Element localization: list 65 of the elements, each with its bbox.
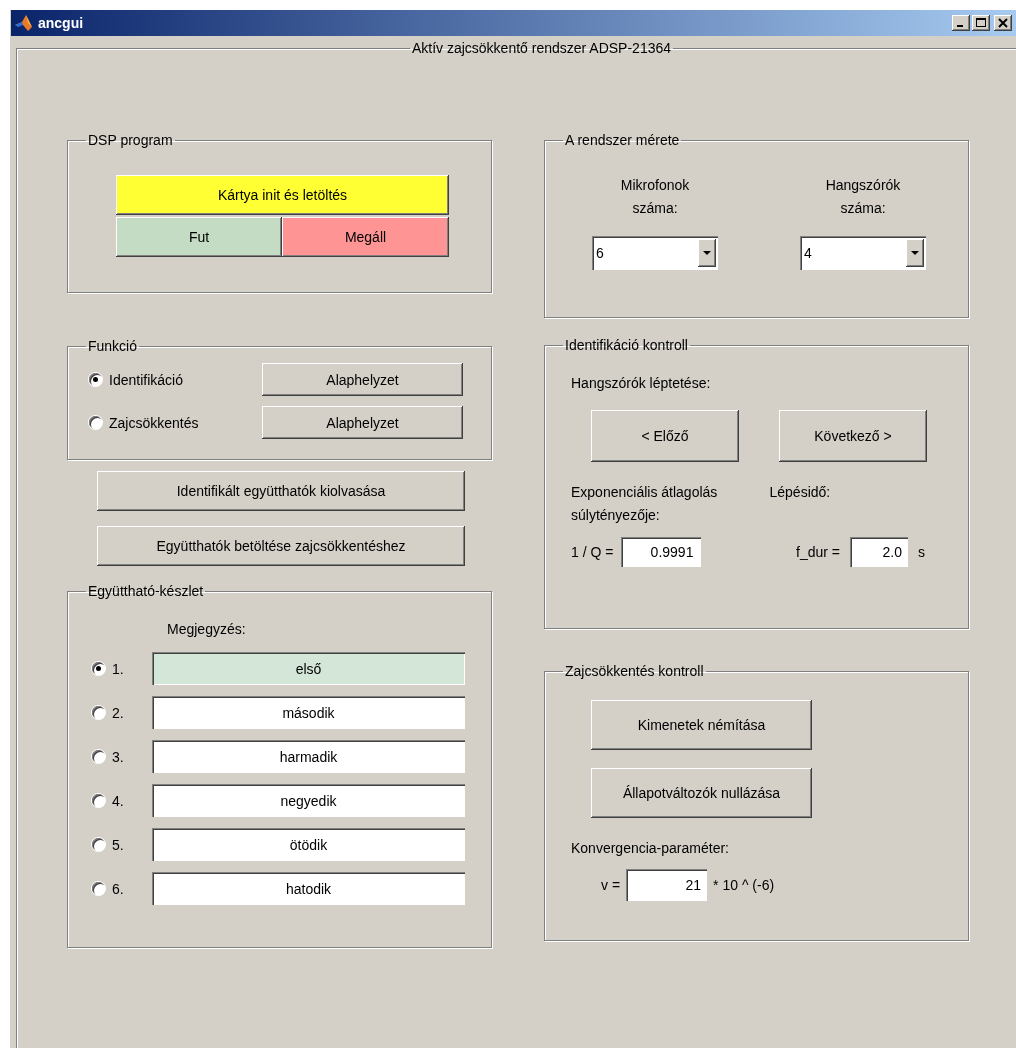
radio-label: Zajcsökkentés <box>109 414 199 431</box>
set-number: 4. <box>111 792 125 809</box>
stop-button[interactable]: Megáll <box>282 217 449 257</box>
radio-button[interactable] <box>92 838 105 851</box>
app-icon <box>14 13 34 33</box>
note-field[interactable]: első <box>152 652 465 685</box>
radio-button[interactable] <box>92 882 105 895</box>
unit-label: s <box>918 544 925 560</box>
select-label: Hangszórók száma: <box>824 176 902 218</box>
convergence-label: Konvergencia-paraméter: <box>571 840 730 856</box>
radio-button[interactable] <box>92 706 105 719</box>
run-button[interactable]: Fut <box>116 217 282 257</box>
read-coefficients-button[interactable]: Identifikált együtthatók kiolvasása <box>97 471 465 511</box>
maximize-icon <box>976 18 986 28</box>
dropdown-field[interactable]: 4 <box>800 236 926 270</box>
duration-label: f_dur = <box>796 544 840 560</box>
stepping-label: Hangszórók léptetése: <box>571 375 712 391</box>
window-title: ancgui <box>38 15 85 31</box>
set-number: 2. <box>111 704 125 721</box>
minimize-icon <box>957 25 963 27</box>
v-label: v = <box>601 877 621 893</box>
radio-button[interactable] <box>92 794 105 807</box>
load-coefficients-button[interactable]: Együtthatók betöltése zajcsökkentéshez <box>97 526 465 566</box>
set-number: 1. <box>111 660 125 677</box>
close-button[interactable] <box>994 15 1012 31</box>
q-input-field[interactable]: 0.9991 <box>621 537 702 567</box>
v-input-field[interactable]: 21 <box>626 869 708 901</box>
reset-button[interactable]: Alaphelyzet <box>262 406 463 439</box>
close-icon <box>998 18 1008 28</box>
note-field[interactable]: második <box>152 696 465 729</box>
mute-outputs-button[interactable]: Kimenetek némítása <box>591 700 812 750</box>
panel-title: A rendszer mérete <box>564 132 681 148</box>
dropdown-field[interactable]: 6 <box>592 236 718 270</box>
panel-title: Zajcsökkentés kontroll <box>564 663 705 679</box>
set-number: 3. <box>111 748 125 765</box>
previous-button[interactable]: < Előző <box>591 410 739 462</box>
exponent-label: * 10 ^ (-6) <box>713 877 775 893</box>
radio-button[interactable] <box>89 373 102 386</box>
panel-title: DSP program <box>87 132 174 148</box>
frame-title: Aktív zajcsökkentő rendszer ADSP-21364 <box>410 40 673 56</box>
averaging-label: Exponenciális átlagolás súlytényezője: <box>571 483 719 525</box>
set-number: 6. <box>111 880 125 897</box>
note-field[interactable]: negyedik <box>152 784 465 817</box>
minimize-button[interactable] <box>952 15 970 31</box>
radio-button[interactable] <box>92 662 105 675</box>
set-number: 5. <box>111 836 125 853</box>
note-label: Megjegyzés: <box>167 621 247 637</box>
q-label: 1 / Q = <box>571 544 614 560</box>
reset-states-button[interactable]: Állapotváltozók nullázása <box>591 768 812 818</box>
maximize-button[interactable] <box>972 15 990 31</box>
panel-title: Funkció <box>87 338 139 354</box>
step-time-label: Lépésidő: <box>769 483 832 502</box>
note-field[interactable]: hatodik <box>152 872 465 905</box>
select-label: Mikrofonok száma: <box>619 176 691 218</box>
download-button[interactable]: Kártya init és letöltés <box>116 175 449 215</box>
radio-label: Identifikáció <box>109 371 183 388</box>
next-button[interactable]: Következő > <box>779 410 927 462</box>
panel-title: Együttható-készlet <box>87 583 205 599</box>
radio-button[interactable] <box>89 416 102 429</box>
reset-button[interactable]: Alaphelyzet <box>262 363 463 396</box>
panel-title: Identifikáció kontroll <box>564 337 689 353</box>
radio-button[interactable] <box>92 750 105 763</box>
note-field[interactable]: harmadik <box>152 740 465 773</box>
note-field[interactable]: ötödik <box>152 828 465 861</box>
duration-input-field[interactable]: 2.0 <box>850 537 908 567</box>
